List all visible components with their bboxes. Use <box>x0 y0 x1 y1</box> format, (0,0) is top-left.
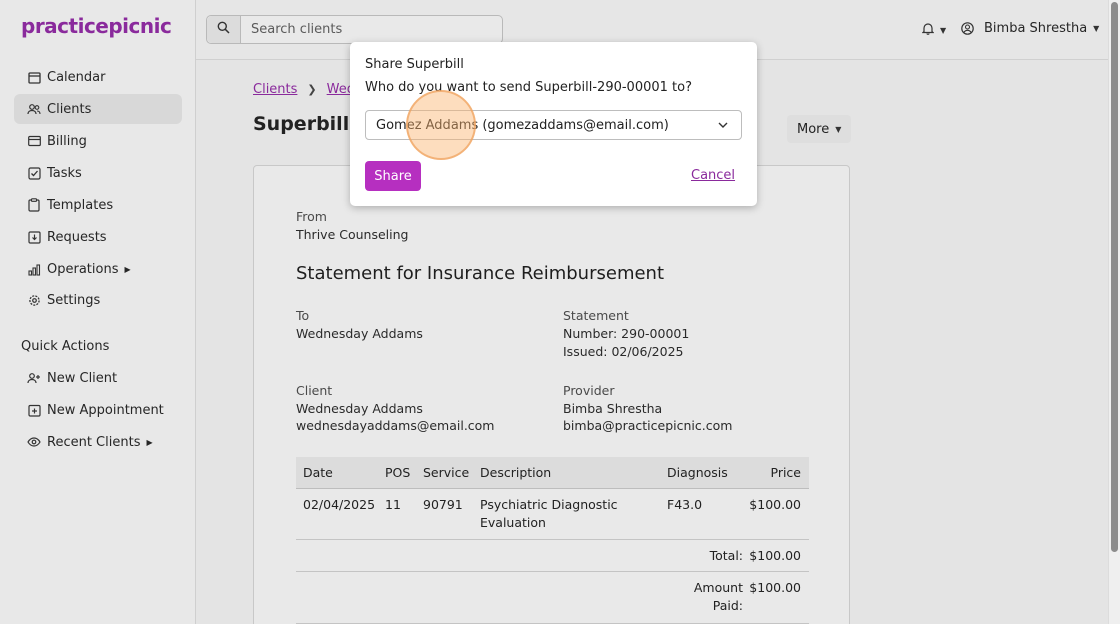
dialog-title: Share Superbill <box>365 57 464 72</box>
scrollbar-thumb[interactable] <box>1111 2 1118 552</box>
chevron-down-icon <box>717 119 729 135</box>
recipient-select-value: Gomez Addams (gomezaddams@email.com) <box>376 117 669 133</box>
page-scrollbar[interactable] <box>1108 0 1120 624</box>
cancel-link[interactable]: Cancel <box>691 168 735 183</box>
share-superbill-dialog: Share Superbill Who do you want to send … <box>350 42 757 206</box>
dialog-question: Who do you want to send Superbill-290-00… <box>365 80 692 95</box>
recipient-select[interactable]: Gomez Addams (gomezaddams@email.com) <box>365 110 742 140</box>
share-button[interactable]: Share <box>365 161 421 191</box>
